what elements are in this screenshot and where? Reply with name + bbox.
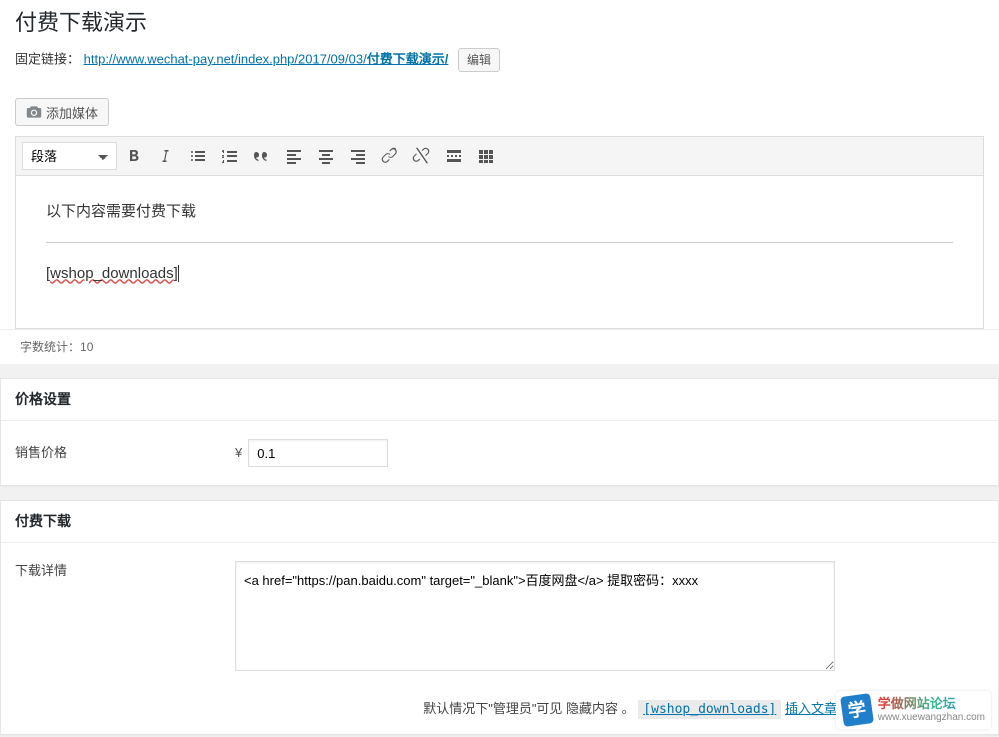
- word-count: 字数统计：10: [0, 329, 999, 364]
- read-more-icon: [444, 146, 464, 166]
- permalink-base: http://www.wechat-pay.net/index.php/2017…: [84, 51, 367, 66]
- list-ul-icon: [188, 146, 208, 166]
- italic-button[interactable]: [151, 141, 181, 171]
- editor-shortcode: [wshop_downloads]: [46, 263, 953, 286]
- edit-permalink-button[interactable]: 编辑: [458, 48, 500, 72]
- editor-textarea[interactable]: 以下内容需要付费下载 [wshop_downloads]: [15, 175, 984, 329]
- price-metabox: 价格设置 销售价格 ¥: [0, 378, 999, 486]
- align-right-icon: [348, 146, 368, 166]
- quote-icon: [252, 146, 272, 166]
- watermark: 学 学做网站论坛 www.xuewangzhan.com: [836, 691, 991, 729]
- watermark-title: 学做网站论坛: [878, 696, 985, 712]
- word-count-value: 10: [80, 340, 93, 354]
- more-button[interactable]: [439, 141, 469, 171]
- blockquote-button[interactable]: [247, 141, 277, 171]
- watermark-url: www.xuewangzhan.com: [878, 712, 985, 724]
- insert-post-link[interactable]: 插入文章: [785, 701, 837, 716]
- editor-line-1: 以下内容需要付费下载: [46, 201, 953, 224]
- align-center-button[interactable]: [311, 141, 341, 171]
- word-count-label: 字数统计：: [20, 340, 80, 354]
- download-hint: 默认情况下"管理员"可见 隐藏内容 。 [wshop_downloads] 插入…: [1, 689, 851, 734]
- page-title: 付费下载演示: [0, 0, 999, 45]
- watermark-logo: 学: [840, 693, 874, 727]
- align-left-button[interactable]: [279, 141, 309, 171]
- align-right-button[interactable]: [343, 141, 373, 171]
- currency-symbol: ¥: [235, 443, 242, 463]
- format-select[interactable]: 段落: [22, 142, 117, 170]
- unlink-button[interactable]: [407, 141, 437, 171]
- permalink-label: 固定链接：: [15, 51, 80, 66]
- sale-price-label: 销售价格: [15, 443, 235, 463]
- ul-button[interactable]: [183, 141, 213, 171]
- shortcode-code-link[interactable]: [wshop_downloads]: [638, 700, 781, 719]
- link-icon: [380, 146, 400, 166]
- editor-wrapper: 添加媒体 段落 以下内容需要付费下载 [wshop_downloads]: [0, 84, 999, 364]
- bold-icon: [124, 146, 144, 166]
- permalink-row: 固定链接： http://www.wechat-pay.net/index.ph…: [0, 45, 999, 84]
- camera-icon: [26, 104, 42, 120]
- link-button[interactable]: [375, 141, 405, 171]
- add-media-button[interactable]: 添加媒体: [15, 98, 109, 126]
- download-detail-label: 下载详情: [15, 561, 235, 581]
- ol-button[interactable]: [215, 141, 245, 171]
- align-center-icon: [316, 146, 336, 166]
- unlink-icon: [412, 146, 432, 166]
- download-metabox-title: 付费下载: [1, 501, 998, 543]
- permalink-slug: 付费下载演示/: [367, 51, 449, 66]
- kitchen-sink-icon: [476, 146, 496, 166]
- toolbar-toggle-button[interactable]: [471, 141, 501, 171]
- sale-price-input[interactable]: [248, 439, 388, 467]
- add-media-label: 添加媒体: [46, 103, 98, 122]
- bold-button[interactable]: [119, 141, 149, 171]
- price-metabox-title: 价格设置: [1, 379, 998, 421]
- download-detail-textarea[interactable]: [235, 561, 835, 671]
- italic-icon: [156, 146, 176, 166]
- align-left-icon: [284, 146, 304, 166]
- hint-prefix: 默认情况下"管理员"可见 隐藏内容 。: [423, 701, 634, 716]
- permalink-link[interactable]: http://www.wechat-pay.net/index.php/2017…: [84, 51, 449, 66]
- list-ol-icon: [220, 146, 240, 166]
- editor-hr: [46, 242, 953, 243]
- editor-toolbar: 段落: [15, 136, 984, 175]
